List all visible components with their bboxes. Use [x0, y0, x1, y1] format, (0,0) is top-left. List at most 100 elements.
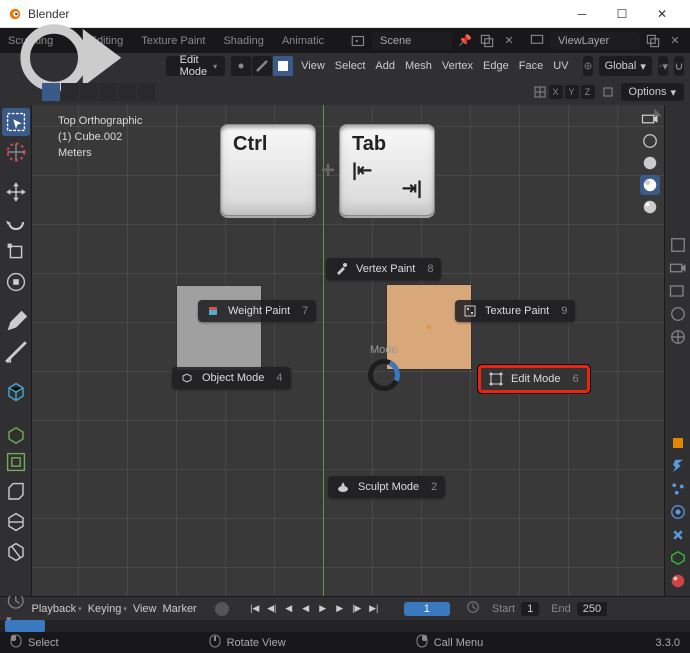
pie-item-weight-paint[interactable]: Weight Paint 7: [198, 300, 316, 322]
workspace-tab-animatic[interactable]: Animatic: [280, 33, 326, 49]
3d-viewport[interactable]: Top Orthographic (1) Cube.002 Meters ◣ C…: [32, 105, 664, 596]
axis-x-button[interactable]: X: [549, 85, 563, 99]
frame-next-button[interactable]: ▶: [332, 601, 348, 617]
start-frame-field[interactable]: 1: [521, 602, 539, 616]
select-tool-icon[interactable]: [118, 83, 136, 101]
material-tab-icon[interactable]: [668, 571, 688, 591]
snap-icon[interactable]: [674, 56, 684, 76]
cursor-tool[interactable]: [2, 138, 30, 166]
shading-material-icon[interactable]: [640, 175, 660, 195]
close-button[interactable]: ✕: [642, 0, 682, 28]
current-frame-field[interactable]: 1: [404, 602, 450, 616]
minimize-button[interactable]: ─: [562, 0, 602, 28]
copy-layer-icon[interactable]: [644, 32, 662, 50]
workspace-tab-shading[interactable]: Shading: [221, 33, 265, 49]
auto-keying-button[interactable]: [215, 602, 229, 616]
menu-select[interactable]: Select: [333, 60, 368, 72]
scene-tab-icon[interactable]: [668, 304, 688, 324]
world-tab-icon[interactable]: [668, 327, 688, 347]
measure-tool[interactable]: [2, 338, 30, 366]
transform-orientation-icon[interactable]: [583, 56, 593, 76]
select-tool-icon[interactable]: [137, 83, 155, 101]
overlay-toggle-icon[interactable]: ▾: [601, 85, 615, 99]
play-reverse-button[interactable]: ◀: [298, 601, 314, 617]
mesh-cube-active[interactable]: [386, 284, 472, 370]
loop-cut-tool[interactable]: [2, 508, 30, 536]
mesh-cube-unselected[interactable]: [176, 285, 262, 371]
pin-icon[interactable]: 📌: [456, 32, 474, 50]
bevel-tool[interactable]: [2, 478, 30, 506]
delete-layer-icon[interactable]: ✕: [666, 32, 684, 50]
select-box-tool[interactable]: [2, 108, 30, 136]
timeline-marker-menu[interactable]: Marker: [163, 603, 197, 615]
options-dropdown[interactable]: Options ▾: [621, 83, 684, 101]
menu-add[interactable]: Add: [373, 60, 397, 72]
scene-name-input[interactable]: [372, 32, 452, 50]
select-tool-icon[interactable]: [61, 83, 79, 101]
copy-scene-icon[interactable]: [478, 32, 496, 50]
preview-range-icon[interactable]: [466, 600, 480, 617]
scale-tool[interactable]: [2, 238, 30, 266]
pie-item-edit-mode[interactable]: Edit Mode 6: [478, 365, 590, 393]
axis-z-button[interactable]: Z: [581, 85, 595, 99]
delete-scene-icon[interactable]: ✕: [500, 32, 518, 50]
pie-item-sculpt-mode[interactable]: Sculpt Mode 2: [328, 476, 445, 498]
data-tab-icon[interactable]: [668, 548, 688, 568]
inset-tool[interactable]: [2, 448, 30, 476]
timeline-keying-menu[interactable]: Keying ▾: [88, 603, 127, 615]
shading-rendered-icon[interactable]: [640, 197, 660, 217]
object-tab-icon[interactable]: [668, 433, 688, 453]
pie-item-object-mode[interactable]: Object Mode 4: [172, 367, 291, 389]
menu-uv[interactable]: UV: [551, 60, 570, 72]
constraints-tab-icon[interactable]: [668, 525, 688, 545]
maximize-button[interactable]: ☐: [602, 0, 642, 28]
viewlayer-name-input[interactable]: [550, 32, 640, 50]
scene-browse-icon[interactable]: [350, 32, 368, 50]
timeline-playback-menu[interactable]: Playback ▾: [32, 603, 82, 615]
orientation-dropdown[interactable]: Global ▾: [599, 56, 652, 76]
mode-dropdown[interactable]: Edit Mode ▾: [166, 56, 226, 76]
particles-tab-icon[interactable]: [668, 479, 688, 499]
output-tab-icon[interactable]: [668, 258, 688, 278]
menu-edge[interactable]: Edge: [481, 60, 511, 72]
playhead-marker[interactable]: [5, 620, 45, 632]
pie-item-vertex-paint[interactable]: Vertex Paint 8: [326, 258, 441, 280]
select-tool-icon[interactable]: [80, 83, 98, 101]
viewlayer-tab-icon[interactable]: [668, 281, 688, 301]
modifier-tab-icon[interactable]: [668, 456, 688, 476]
keyframe-prev-button[interactable]: ◀|: [264, 601, 280, 617]
knife-tool[interactable]: [2, 538, 30, 566]
frame-prev-button[interactable]: ◀: [281, 601, 297, 617]
move-tool[interactable]: [2, 178, 30, 206]
layer-browse-icon[interactable]: [528, 32, 546, 50]
annotate-tool[interactable]: [2, 308, 30, 336]
select-tool-icon[interactable]: [42, 83, 60, 101]
axis-y-button[interactable]: Y: [565, 85, 579, 99]
shading-solid-icon[interactable]: [640, 153, 660, 173]
camera-to-view-icon[interactable]: [640, 109, 660, 129]
pivot-icon[interactable]: ▾: [658, 56, 668, 76]
jump-start-button[interactable]: |◀: [247, 601, 263, 617]
physics-tab-icon[interactable]: [668, 502, 688, 522]
add-cube-tool[interactable]: [2, 378, 30, 406]
render-tab-icon[interactable]: [668, 235, 688, 255]
timeline-view-menu[interactable]: View: [133, 603, 157, 615]
edge-select-button[interactable]: [252, 56, 272, 76]
menu-vertex[interactable]: Vertex: [440, 60, 475, 72]
face-select-button[interactable]: [273, 56, 293, 76]
play-button[interactable]: ▶: [315, 601, 331, 617]
pie-item-texture-paint[interactable]: Texture Paint 9: [455, 300, 575, 322]
select-tool-icon[interactable]: [99, 83, 117, 101]
rotate-tool[interactable]: [2, 208, 30, 236]
extrude-tool[interactable]: [2, 418, 30, 446]
menu-view[interactable]: View: [299, 60, 327, 72]
keyframe-next-button[interactable]: |▶: [349, 601, 365, 617]
jump-end-button[interactable]: ▶|: [366, 601, 382, 617]
end-frame-field[interactable]: 250: [577, 602, 607, 616]
mesh-overlay-icon[interactable]: [533, 85, 547, 99]
shading-wireframe-icon[interactable]: [640, 131, 660, 151]
menu-face[interactable]: Face: [517, 60, 545, 72]
timeline-track[interactable]: [0, 620, 690, 632]
transform-tool[interactable]: [2, 268, 30, 296]
menu-mesh[interactable]: Mesh: [403, 60, 434, 72]
